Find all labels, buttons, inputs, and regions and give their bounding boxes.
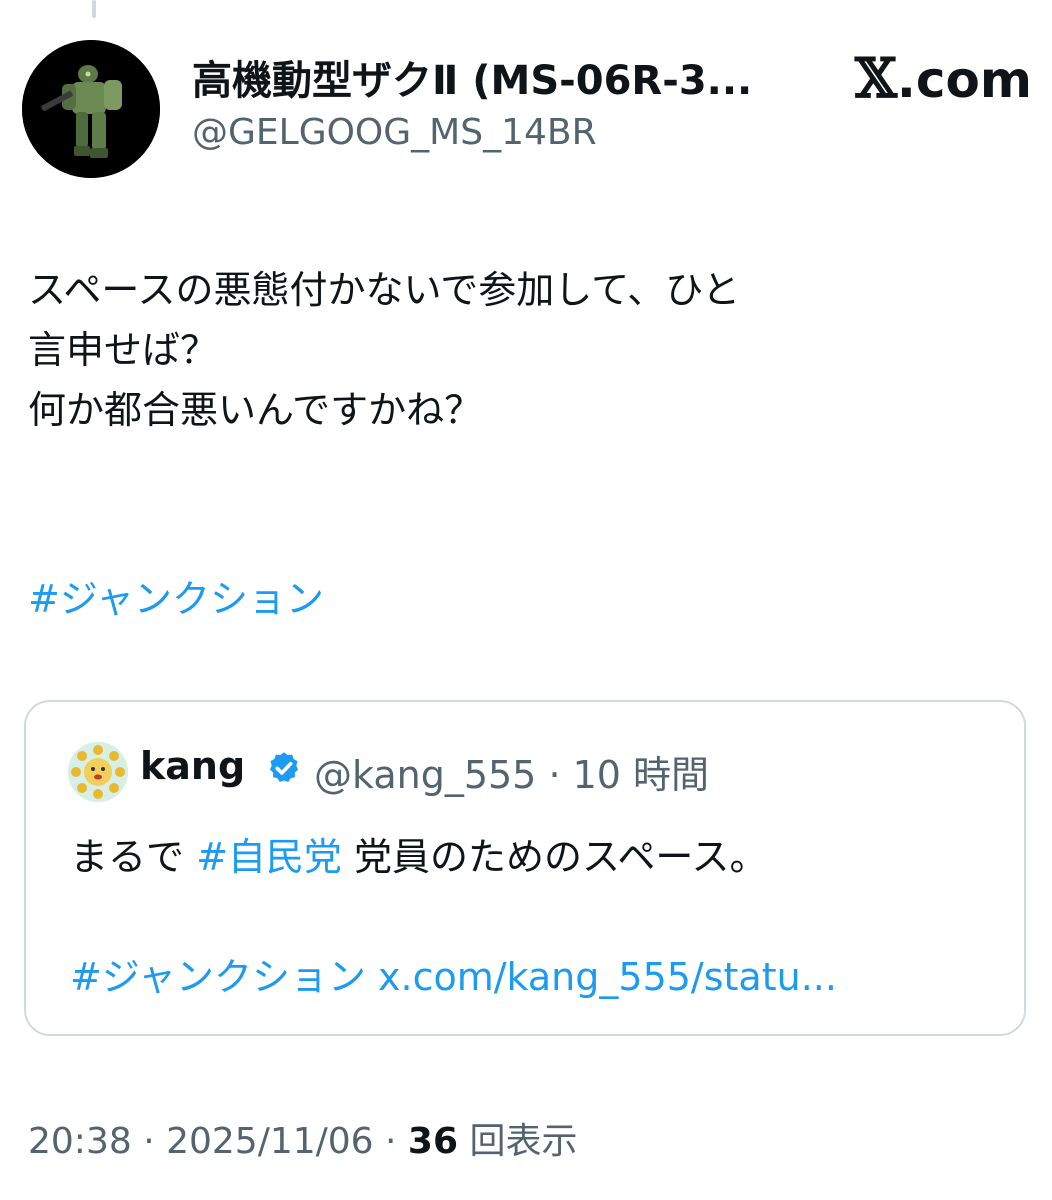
quote-text-prefix: まるで: [70, 835, 197, 879]
view-count: 36: [407, 1121, 459, 1162]
quote-author-avatar[interactable]: [68, 742, 128, 802]
brand-suffix: .com: [896, 51, 1032, 109]
quote-hashtag-link[interactable]: #自民党: [196, 835, 342, 879]
quote-links: #ジャンクション x.com/kang_555/statu...: [70, 946, 837, 1001]
quote-text-suffix: 党員のためのスペース。: [341, 835, 768, 879]
tweet-timestamp[interactable]: 20:38 · 2025/11/06 ·: [28, 1121, 408, 1162]
tweet-header: 高機動型ザクⅡ (MS-06R-3... @GELGOOG_MS_14BR 𝕏.…: [22, 40, 1032, 180]
tweet-text-line: スペースの悪態付かないで参加して、ひと: [28, 268, 741, 312]
author-display-name[interactable]: 高機動型ザクⅡ (MS-06R-3...: [192, 48, 752, 106]
quote-handle-time[interactable]: @kang_555 · 10 時間: [314, 744, 709, 799]
sun-face-avatar-icon: [68, 742, 128, 802]
author-avatar[interactable]: [22, 40, 160, 178]
quote-url-link[interactable]: x.com/kang_555/statu...: [366, 955, 837, 999]
quote-text: まるで #自民党 党員のためのスペース。: [70, 826, 767, 881]
thread-connector-line: [92, 0, 96, 18]
tweet-meta: 20:38 · 2025/11/06 · 36 回表示: [28, 1112, 577, 1164]
tweet-text-line: 言申せば？: [28, 328, 219, 372]
quoted-tweet-card[interactable]: kang @kang_555 · 10 時間 まるで #自民党 党員のためのスペ…: [24, 700, 1026, 1036]
tweet-text: スペースの悪態付かないで参加して、ひと 言申せば？ 何か都合悪いんですかね？: [28, 260, 1018, 440]
tweet-text-line: 何か都合悪いんですかね？: [28, 388, 483, 432]
quote-hashtag-link[interactable]: #ジャンクション: [70, 955, 366, 999]
x-logo-icon: 𝕏: [855, 46, 897, 110]
tweet-hashtag-link[interactable]: #ジャンクション: [28, 568, 324, 623]
view-label: 回表示: [458, 1121, 578, 1162]
author-handle[interactable]: @GELGOOG_MS_14BR: [192, 112, 597, 153]
verified-badge-icon: [269, 752, 299, 782]
robot-avatar-icon: [22, 40, 160, 178]
x-brand-logo: 𝕏 .com: [855, 46, 1032, 110]
quote-author-name[interactable]: kang: [140, 744, 245, 788]
